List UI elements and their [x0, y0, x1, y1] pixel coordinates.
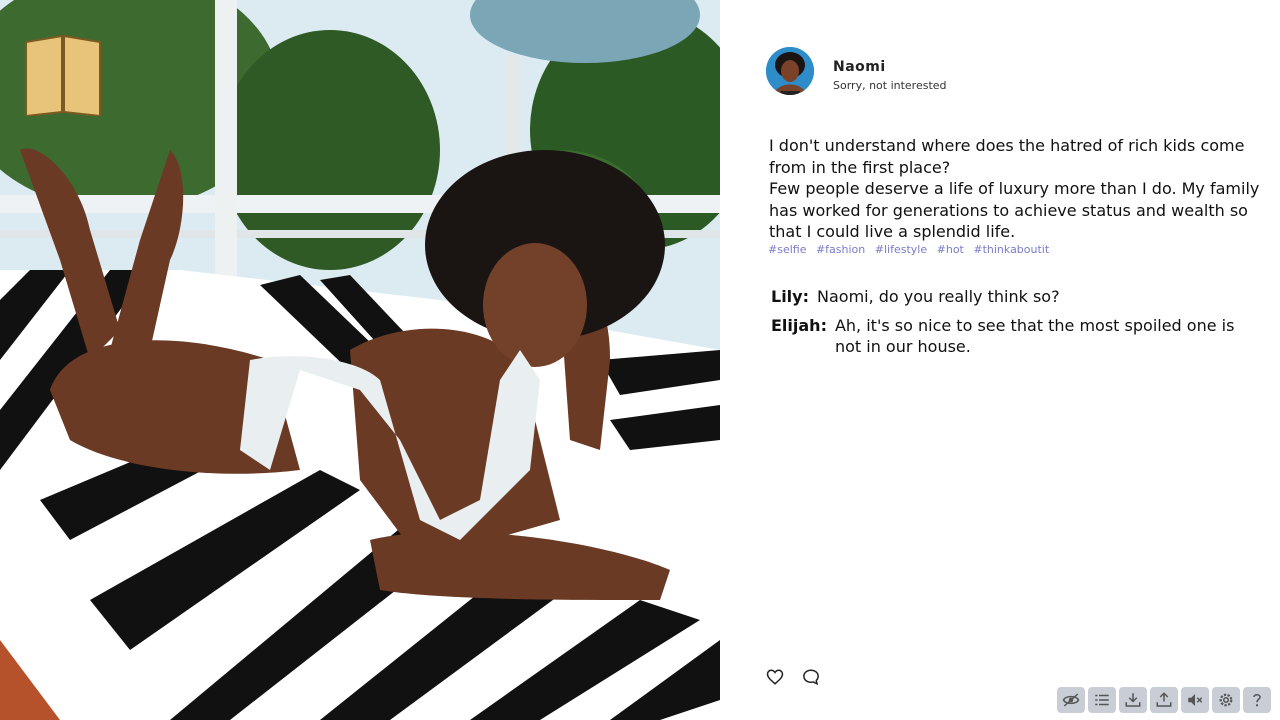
- history-icon[interactable]: [1088, 687, 1116, 713]
- post-username[interactable]: Naomi: [833, 59, 886, 75]
- scene-image: [0, 0, 720, 720]
- hashtag[interactable]: #hot: [937, 243, 964, 256]
- hide-ui-icon[interactable]: [1057, 687, 1085, 713]
- avatar-image: [766, 47, 814, 95]
- help-icon[interactable]: [1243, 687, 1271, 713]
- post-paragraph: I don't understand where does the hatred…: [769, 136, 1245, 177]
- load-icon[interactable]: [1150, 687, 1178, 713]
- hashtag[interactable]: #selfie: [768, 243, 806, 256]
- comment-text: Ah, it's so nice to see that the most sp…: [834, 316, 1235, 356]
- comment-author: Lily:: [771, 287, 809, 306]
- heart-icon[interactable]: [766, 668, 784, 686]
- hashtag[interactable]: #lifestyle: [875, 243, 927, 256]
- comment: Lily: Naomi, do you really think so?: [771, 286, 1227, 307]
- game-toolbar: [1057, 687, 1271, 713]
- comment-text: Naomi, do you really think so?: [817, 287, 1060, 306]
- speech-bubble-icon[interactable]: [802, 668, 820, 686]
- mute-icon[interactable]: [1181, 687, 1209, 713]
- hashtag[interactable]: #fashion: [816, 243, 865, 256]
- hashtag[interactable]: #thinkaboutit: [973, 243, 1049, 256]
- post-body: I don't understand where does the hatred…: [769, 135, 1269, 243]
- poolside-illustration: [0, 0, 720, 720]
- settings-icon[interactable]: [1212, 687, 1240, 713]
- game-logo: [25, 34, 101, 116]
- save-icon[interactable]: [1119, 687, 1147, 713]
- hashtag-list: #selfie #fashion #lifestyle #hot #thinka…: [768, 243, 1055, 256]
- comment-author: Elijah:: [771, 316, 827, 335]
- comment: Elijah: Ah, it's so nice to see that the…: [771, 315, 1245, 357]
- post-user-status: Sorry, not interested: [833, 79, 947, 92]
- post-panel: [720, 0, 1280, 720]
- avatar[interactable]: [766, 47, 814, 95]
- post-paragraph: Few people deserve a life of luxury more…: [769, 179, 1260, 241]
